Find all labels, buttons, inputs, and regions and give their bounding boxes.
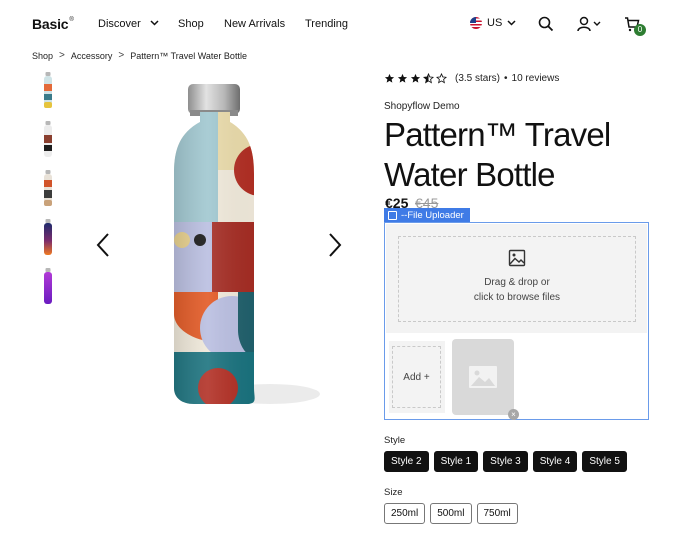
star-full-icon	[397, 73, 408, 83]
thumbnail-5[interactable]	[38, 268, 58, 306]
star-empty-icon	[436, 73, 447, 84]
breadcrumb-shop[interactable]: Shop	[32, 51, 53, 61]
us-flag-icon	[470, 17, 482, 29]
breadcrumb-accessory[interactable]: Accessory	[71, 51, 113, 61]
product-vendor: Shopyflow Demo	[384, 101, 460, 112]
product-rating[interactable]: (3.5 stars) • 10 reviews	[384, 73, 559, 84]
file-drop-zone[interactable]: Drag & drop or click to browse files	[386, 224, 647, 333]
nav-discover-label[interactable]: Discover	[98, 18, 141, 30]
locale-selector[interactable]: US	[470, 17, 516, 29]
chevron-left-icon[interactable]	[94, 232, 112, 258]
logo-text[interactable]: Basic	[32, 16, 69, 32]
drop-instructions: Drag & drop or click to browse files	[399, 275, 635, 305]
nav-new-arrivals[interactable]: New Arrivals	[224, 18, 285, 30]
star-full-icon	[384, 73, 395, 83]
product-main-image	[160, 82, 320, 408]
chevron-right-icon[interactable]	[326, 232, 344, 258]
chevron-down-icon[interactable]	[150, 17, 159, 29]
search-icon[interactable]	[536, 14, 556, 34]
image-icon	[508, 249, 526, 267]
cart-button[interactable]: 0	[622, 14, 646, 36]
size-options: 250ml 500ml 750ml	[384, 503, 518, 524]
style-option-label: Style	[384, 435, 406, 446]
thumbnail-2[interactable]	[38, 121, 58, 159]
style-option-button[interactable]: Style 3	[483, 451, 528, 472]
size-option-button[interactable]: 750ml	[476, 503, 518, 524]
thumbnail-4[interactable]	[38, 219, 58, 257]
thumbnail-1[interactable]	[38, 72, 58, 110]
uploaded-file-preview[interactable]	[452, 339, 514, 415]
style-option-button[interactable]: Style 4	[532, 451, 578, 472]
rating-text: (3.5 stars)	[455, 73, 501, 84]
size-option-button[interactable]: 250ml	[384, 503, 426, 524]
remove-file-button[interactable]: ×	[508, 409, 519, 420]
user-icon[interactable]	[577, 16, 603, 32]
cart-count-badge: 0	[634, 24, 646, 36]
drop-line-1: Drag & drop or	[484, 277, 550, 288]
size-option-button[interactable]: 500ml	[430, 503, 472, 524]
file-drop-zone-border[interactable]: Drag & drop or click to browse files	[398, 236, 636, 322]
style-options: Style 2 Style 1 Style 3 Style 4 Style 5	[384, 451, 627, 472]
file-uploader: Drag & drop or click to browse files Add…	[384, 222, 649, 420]
thumbnail-3[interactable]	[38, 170, 58, 208]
logo-registered-mark: ®	[69, 17, 74, 23]
star-full-icon	[410, 73, 421, 83]
thumbnail-gallery	[38, 72, 58, 317]
image-placeholder-icon	[469, 366, 497, 388]
breadcrumb-separator: >	[59, 50, 65, 61]
chevron-down-icon[interactable]	[507, 17, 516, 29]
nav-discover[interactable]: Discover	[98, 18, 159, 30]
style-option-button[interactable]: Style 5	[582, 451, 627, 472]
rating-bullet: •	[504, 73, 508, 84]
site-header: Basic® Discover Shop New Arrivals Trendi…	[0, 0, 680, 48]
size-option-label: Size	[384, 487, 403, 498]
reviews-count[interactable]: 10 reviews	[512, 73, 560, 84]
breadcrumb: Shop > Accessory > Pattern™ Travel Water…	[32, 50, 247, 61]
breadcrumb-current: Pattern™ Travel Water Bottle	[130, 50, 247, 61]
add-file-label[interactable]: Add +	[392, 346, 441, 408]
breadcrumb-separator: >	[118, 50, 125, 61]
product-title: Pattern™ Travel Water Bottle	[384, 116, 611, 193]
rating-stars	[384, 73, 447, 84]
drop-line-2[interactable]: click to browse files	[399, 290, 635, 305]
locale-label[interactable]: US	[487, 17, 502, 29]
account-button[interactable]	[576, 14, 604, 34]
logo[interactable]: Basic®	[32, 16, 74, 32]
checkbox-icon[interactable]	[388, 210, 397, 220]
add-file-button[interactable]: Add +	[389, 341, 445, 413]
file-uploader-tag[interactable]: --File Uploader	[384, 208, 470, 222]
style-option-button[interactable]: Style 1	[433, 451, 479, 472]
file-uploader-tag-label: --File Uploader	[401, 209, 464, 221]
nav-shop[interactable]: Shop	[178, 18, 204, 30]
star-half-icon	[423, 73, 434, 84]
style-option-button[interactable]: Style 2	[384, 451, 429, 472]
nav-trending[interactable]: Trending	[305, 18, 348, 30]
